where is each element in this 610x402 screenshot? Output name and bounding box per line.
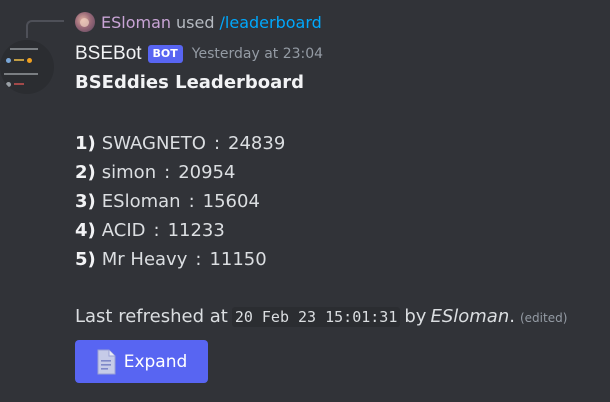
bot-badge: BOT xyxy=(147,45,183,63)
reply-command[interactable]: /leaderboard xyxy=(220,13,322,32)
refresh-author: ESloman xyxy=(430,306,510,327)
rank-label: 5) xyxy=(75,249,96,270)
refresh-footer: Last refreshed at 20 Feb 23 15:01:31 by … xyxy=(75,306,567,327)
player-name: ESloman xyxy=(101,191,181,212)
chat-message: ESloman used /leaderboard BSEBot BOT Yes… xyxy=(0,0,610,402)
player-name: Mr Heavy xyxy=(101,249,188,270)
bot-avatar[interactable] xyxy=(0,40,54,94)
rank-label: 1) xyxy=(75,133,96,154)
message-header: BSEBot BOT Yesterday at 23:04 xyxy=(75,40,323,68)
reply-context[interactable]: ESloman used /leaderboard xyxy=(75,10,322,34)
rank-label: 3) xyxy=(75,191,96,212)
separator: : xyxy=(188,191,195,212)
player-score: 24839 xyxy=(228,133,286,154)
leaderboard-row: 1) SWAGNETO:24839 xyxy=(75,131,285,160)
player-score: 11150 xyxy=(209,249,267,270)
separator: : xyxy=(153,220,160,241)
separator: : xyxy=(164,162,171,183)
reply-avatar[interactable] xyxy=(75,12,95,32)
player-score: 15604 xyxy=(202,191,260,212)
refresh-period: . xyxy=(509,306,515,327)
expand-button-label: Expand xyxy=(123,351,188,372)
leaderboard-row: 5) Mr Heavy:11150 xyxy=(75,247,285,276)
message-timestamp[interactable]: Yesterday at 23:04 xyxy=(192,46,323,62)
separator: : xyxy=(195,249,202,270)
refresh-by: by xyxy=(404,306,427,327)
rank-label: 4) xyxy=(75,220,96,241)
document-icon xyxy=(97,349,116,374)
reply-used-text: used xyxy=(176,12,215,32)
leaderboard-row: 3) ESloman:15604 xyxy=(75,189,285,218)
expand-button[interactable]: Expand xyxy=(75,340,208,383)
leaderboard-row: 2) simon:20954 xyxy=(75,160,285,189)
refresh-prefix: Last refreshed at xyxy=(75,306,228,327)
reply-username[interactable]: ESloman xyxy=(101,13,171,32)
refresh-time: 20 Feb 23 15:01:31 xyxy=(231,307,401,327)
player-score: 11233 xyxy=(167,220,225,241)
player-name: ACID xyxy=(101,220,146,241)
leaderboard-list: 1) SWAGNETO:24839 2) simon:20954 3) ESloman… xyxy=(75,131,285,276)
edited-label[interactable]: (edited) xyxy=(520,311,567,325)
separator: : xyxy=(213,133,221,154)
player-score: 20954 xyxy=(178,162,236,183)
leaderboard-row: 4) ACID:11233 xyxy=(75,218,285,247)
bot-username[interactable]: BSEBot xyxy=(75,43,142,65)
reply-spine xyxy=(26,20,64,38)
player-name: simon xyxy=(101,162,157,183)
player-name: SWAGNETO xyxy=(101,133,206,154)
leaderboard-title: BSEddies Leaderboard xyxy=(75,72,305,93)
rank-label: 2) xyxy=(75,162,96,183)
